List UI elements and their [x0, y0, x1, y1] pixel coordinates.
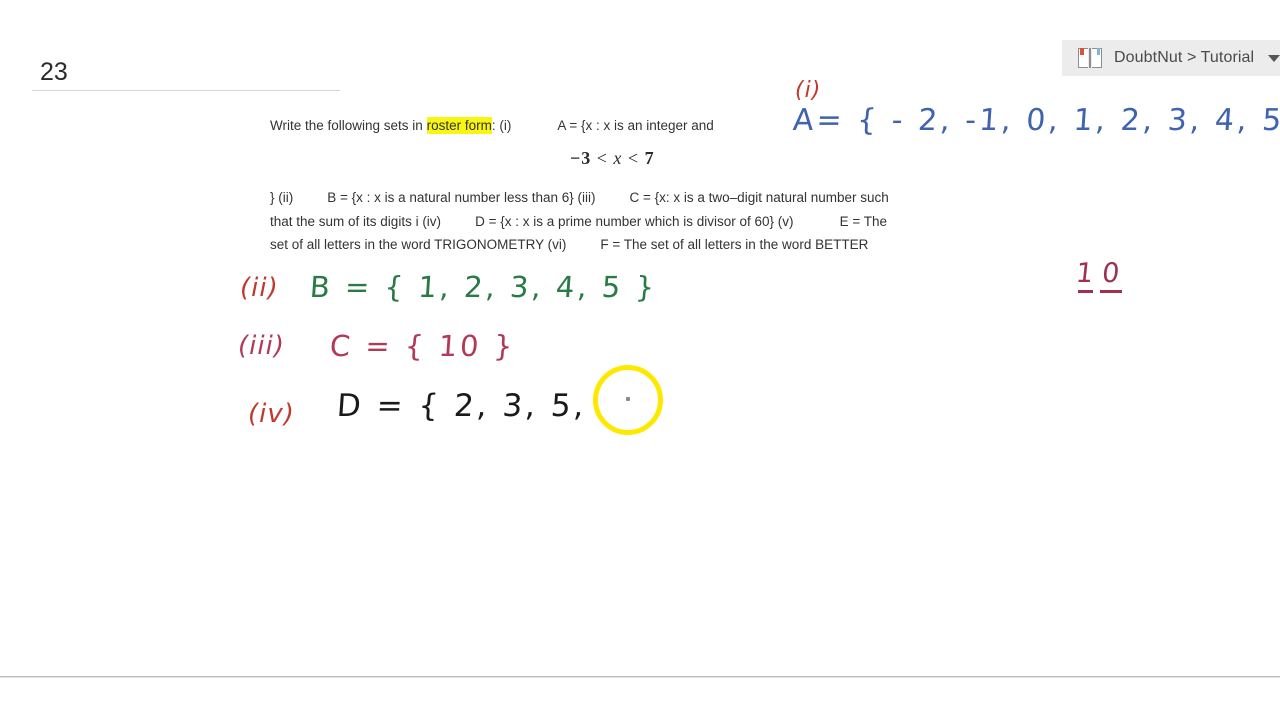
handwritten-answer-c: C = { 10 } [328, 329, 517, 363]
handwritten-label-iv: (iv) [248, 399, 295, 429]
side-note-underline-1 [1078, 290, 1093, 293]
inequality-expression: −3 < x < 7 [570, 148, 655, 169]
side-note-underline-2 [1100, 290, 1122, 293]
question-line-3-part-b: D = {x : x is a prime number which is di… [475, 213, 794, 229]
question-line-2-part-c: C = {x: x is a two–digit natural number … [629, 190, 889, 205]
question-number-underline [32, 90, 340, 91]
question-line-1-part-a: Write the following sets in [270, 118, 427, 133]
question-line-4-part-b: F = The set of all letters in the word B… [600, 237, 869, 252]
handwritten-side-note: 10 [1074, 258, 1130, 289]
handwritten-label-iii: (iii) [238, 331, 285, 361]
book-bookmark-red [1080, 48, 1084, 55]
question-line-1-part-c: A = {x : x is an integer and [557, 118, 714, 133]
question-text-continued: } (ii) B = {x : x is a natural number les… [270, 186, 995, 257]
handwritten-label-i: (i) [795, 78, 822, 103]
open-book-icon [1078, 48, 1102, 68]
mouse-cursor-dot [626, 397, 630, 401]
chevron-down-icon[interactable] [1268, 54, 1280, 62]
handwritten-answer-d: D = { 2, 3, 5, [335, 388, 588, 424]
question-line-2-part-b: B = {x : x is a natural number less than… [327, 190, 596, 205]
inequality-variable: x [613, 148, 623, 168]
question-line-2-part-a: } (ii) [270, 190, 294, 205]
handwritten-label-ii: (ii) [240, 273, 279, 303]
book-spine [1089, 48, 1091, 68]
handwritten-answer-a: A= { - 2, -1, 0, 1, 2, 3, 4, 5, 6} [791, 103, 1280, 138]
inequality-rel-1: < [596, 148, 608, 168]
question-line-2: } (ii) B = {x : x is a natural number les… [270, 186, 995, 210]
question-line-3-part-c: E = The [839, 213, 887, 229]
whiteboard-page: DoubtNut > Tutorial 23 Write the followi… [0, 0, 1280, 720]
question-line-4: set of all letters in the word TRIGONOME… [270, 233, 995, 257]
inequality-rel-2: < [627, 148, 640, 168]
question-line-1-part-b: : (i) [491, 118, 512, 133]
book-bookmark-blue [1097, 48, 1100, 55]
roster-form-highlight: roster form [426, 117, 492, 134]
tutorial-breadcrumb-chip[interactable]: DoubtNut > Tutorial [1062, 40, 1280, 76]
question-line-3: that the sum of its digits i (iv) D = {x … [270, 210, 995, 234]
breadcrumb-label: DoubtNut > Tutorial [1114, 49, 1255, 66]
question-line-3-part-a: that the sum of its digits i (iv) [270, 213, 442, 229]
handwritten-answer-b: B = { 1, 2, 3, 4, 5 } [308, 270, 659, 304]
bottom-divider-shadow [0, 677, 1280, 678]
question-number: 23 [40, 58, 68, 86]
inequality-right: 7 [644, 148, 655, 168]
inequality-left: −3 [570, 148, 592, 168]
question-line-4-part-a: set of all letters in the word TRIGONOME… [270, 237, 567, 252]
